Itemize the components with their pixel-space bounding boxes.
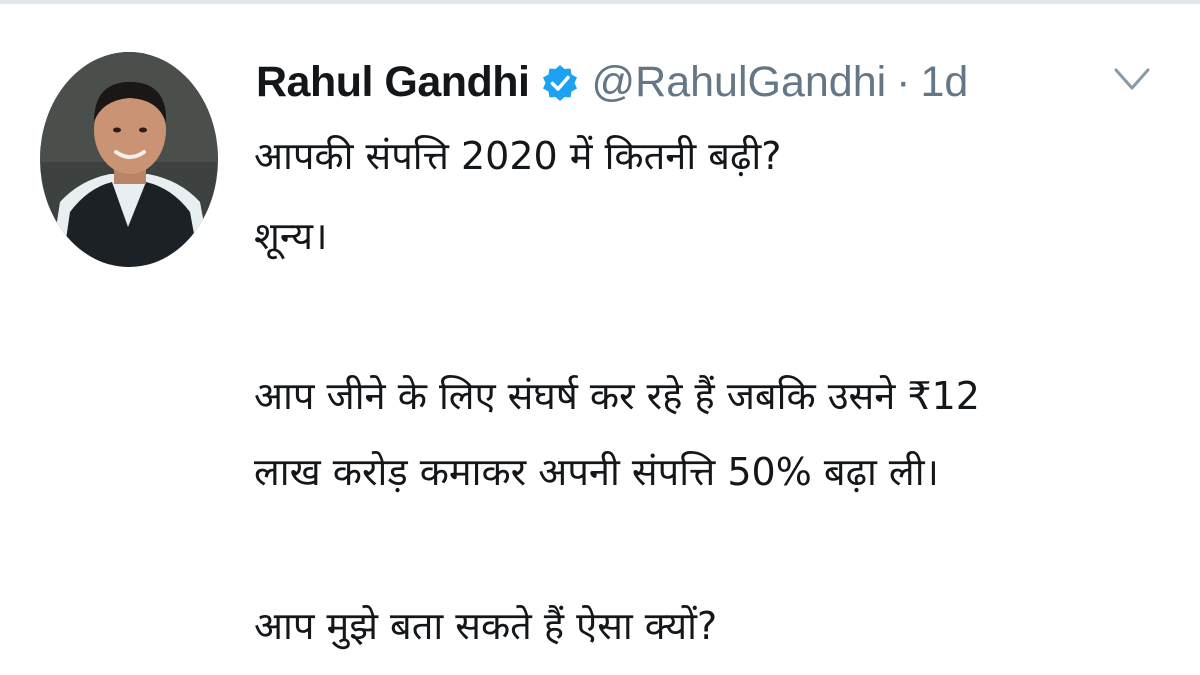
- avatar-photo: [40, 52, 218, 267]
- top-divider: [0, 0, 1200, 4]
- tweet-header: Rahul Gandhi @RahulGandhi · 1d: [256, 52, 968, 112]
- display-name[interactable]: Rahul Gandhi: [256, 58, 530, 107]
- tweet-line: आपकी संपत्ति 2020 में कितनी बढ़ी?: [254, 134, 782, 178]
- avatar[interactable]: [40, 52, 218, 267]
- tweet-line: लाख करोड़ कमाकर अपनी संपत्ति 50% बढ़ा ली…: [254, 450, 939, 494]
- timestamp[interactable]: 1d: [921, 58, 969, 107]
- handle[interactable]: @RahulGandhi: [592, 58, 887, 107]
- separator-dot: ·: [896, 57, 911, 106]
- tweet-line: आप मुझे बता सकते हैं ऐसा क्यों?: [254, 604, 718, 648]
- verified-badge-icon: [540, 63, 580, 103]
- tweet-line: शून्य।: [254, 214, 328, 258]
- tweet-card: Rahul Gandhi @RahulGandhi · 1d आपकी संपत…: [0, 0, 1200, 675]
- tweet-line: आप जीने के लिए संघर्ष कर रहे हैं जबकि उस…: [254, 374, 980, 418]
- chevron-down-icon[interactable]: [1110, 62, 1154, 96]
